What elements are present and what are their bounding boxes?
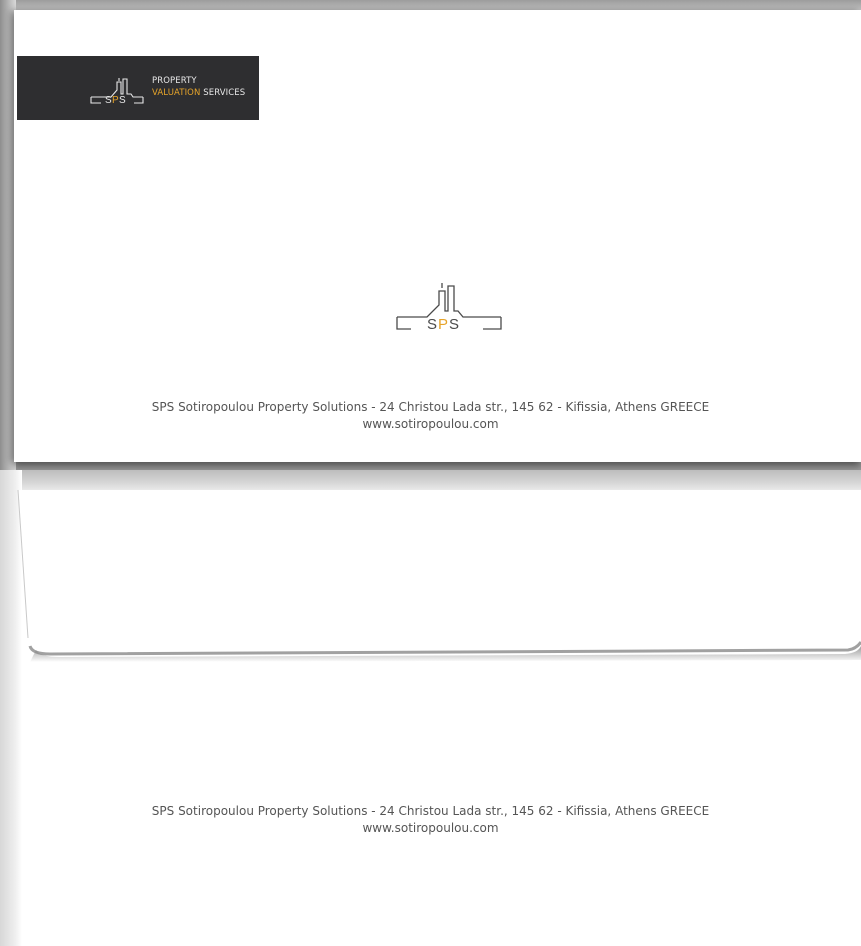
- logo-services-word: SERVICES: [200, 88, 246, 98]
- front-logo-box: S P S PROPERTY VALUATION SERVICES: [17, 56, 259, 120]
- front-footer-website: www.sotiropoulou.com: [362, 417, 499, 431]
- logo-letter-s1: S: [105, 95, 112, 105]
- envelope-front: S P S PROPERTY VALUATION SERVICES SPS So…: [0, 0, 861, 470]
- front-footer-address: SPS Sotiropoulou Property Solutions - 24…: [151, 400, 710, 414]
- logo-line-property: PROPERTY: [152, 76, 197, 86]
- front-footer: SPS Sotiropoulou Property Solutions - 24…: [0, 399, 861, 433]
- envelope-back: S P S SPS Sotiropoulou Property Solution…: [0, 283, 861, 946]
- sps-building-logo-icon: S P S: [90, 78, 144, 105]
- center-logo-letter-p: P: [438, 316, 448, 333]
- back-footer-website: www.sotiropoulou.com: [362, 821, 499, 835]
- center-logo-letter-s1: S: [427, 316, 437, 333]
- envelope-flap: [17, 489, 861, 662]
- logo-letter-p: P: [112, 95, 119, 105]
- center-logo-letter-s2: S: [449, 316, 459, 333]
- logo-valuation-word: VALUATION: [152, 88, 201, 98]
- logo-letter-s2: S: [119, 95, 126, 105]
- sps-center-logo-icon: S P S: [396, 283, 502, 333]
- logo-line-valuation: VALUATION SERVICES: [152, 87, 245, 99]
- logo-tagline: PROPERTY VALUATION SERVICES: [152, 75, 245, 99]
- back-footer-address: SPS Sotiropoulou Property Solutions - 24…: [151, 804, 710, 818]
- back-footer: SPS Sotiropoulou Property Solutions - 24…: [0, 803, 861, 837]
